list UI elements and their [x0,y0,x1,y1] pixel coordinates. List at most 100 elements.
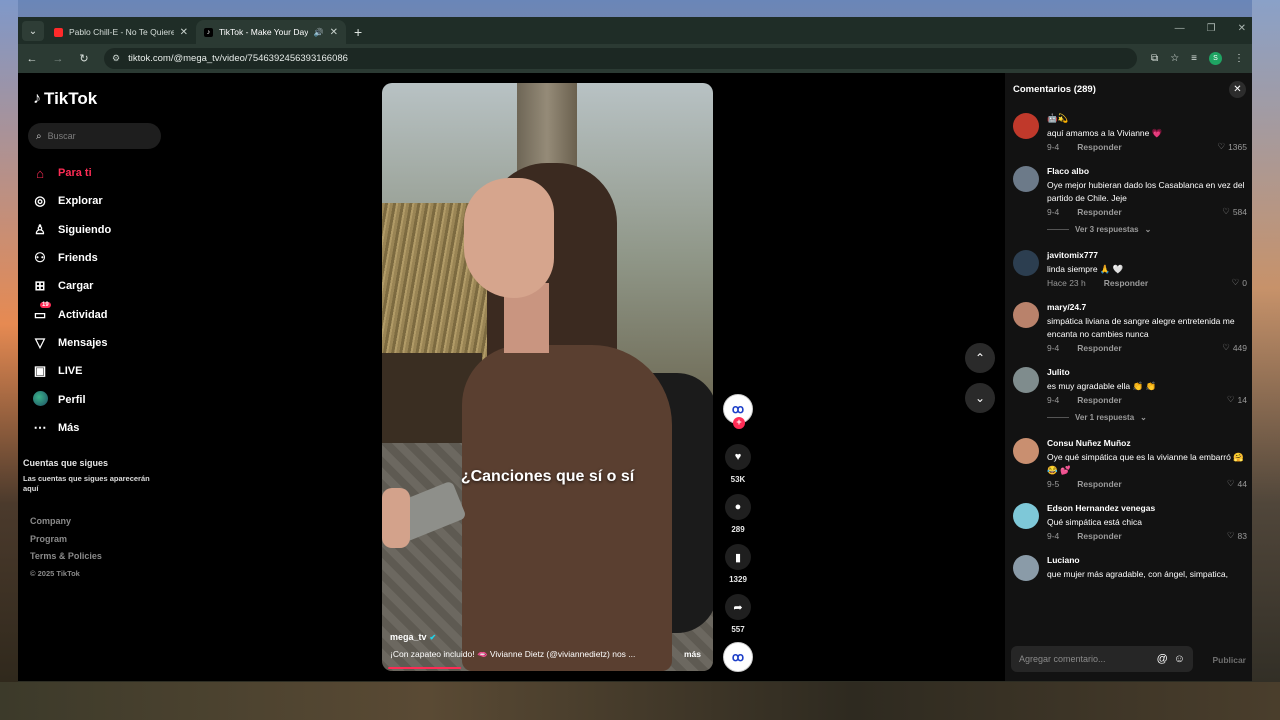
forward-icon[interactable]: → [52,53,64,65]
comment-avatar[interactable] [1013,166,1039,192]
url-input[interactable]: ⚙ tiktok.com/@mega_tv/video/754639245639… [104,48,1138,69]
new-tab-button[interactable]: + [354,24,362,40]
sidebar-item-para-ti[interactable]: ⌂ Para ti [32,159,111,187]
comment-avatar[interactable] [1013,503,1039,529]
reply-button[interactable]: Responder [1077,142,1121,152]
sidebar-item-siguiendo[interactable]: ♙ Siguiendo [32,216,111,244]
comment-input[interactable]: Agregar comentario... @ ☺ [1011,646,1193,672]
tab-search-button[interactable]: ⌄ [22,21,44,41]
bookmark-icon: ▮ [734,551,742,564]
reply-button[interactable]: Responder [1077,395,1121,405]
maximize-icon[interactable]: ❐ [1207,23,1216,34]
mention-icon[interactable]: @ [1157,653,1168,665]
view-replies-button[interactable]: Ver 1 respuesta ⌄ [1047,413,1252,422]
comment-avatar[interactable] [1013,302,1039,328]
creator-avatar[interactable]: ꝏ + [723,394,753,429]
close-tab-icon[interactable]: ✕ [330,27,338,38]
comment-like-button[interactable]: ♡ 449 [1222,342,1247,353]
comment-item: Flaco albo Oye mejor hubieran dado los Ca… [1005,166,1252,217]
reply-button[interactable]: Responder [1077,479,1121,489]
comment-username[interactable]: javitomix777 [1047,250,1246,260]
save-button[interactable]: ▮ [725,544,751,570]
bookmark-star-icon[interactable]: ☆ [1170,53,1179,64]
sidebar-item-friends[interactable]: ⚇ Friends [32,244,111,272]
search-input[interactable]: ⌕ Buscar [28,123,161,149]
comment-avatar[interactable] [1013,438,1039,464]
comment-avatar[interactable] [1013,113,1039,139]
tiktok-logo[interactable]: ♪ TikTok [33,89,97,109]
comment-like-button[interactable]: ♡ 14 [1227,394,1247,405]
comment-avatar[interactable] [1013,555,1039,581]
back-icon[interactable]: ← [26,53,38,65]
reply-button[interactable]: Responder [1077,531,1121,541]
profile-avatar[interactable]: S [1209,52,1222,65]
footer-link-program[interactable]: Program [30,534,102,552]
kebab-menu-icon[interactable]: ⋮ [1234,53,1244,64]
video-player[interactable]: ¿Canciones que sí o sí mega_tv ✔ ¡Con zap… [382,83,713,671]
reload-icon[interactable]: ↻ [78,52,90,65]
speaker-icon[interactable]: 🔊 [314,28,324,37]
comment-item: 🤖💫 aquí amamos a la Vivianne 💗 9-4 Responde… [1005,113,1252,152]
comment-like-button[interactable]: ♡ 83 [1227,530,1247,541]
more-button[interactable]: más [684,649,701,659]
comment-username[interactable]: Consu Nuñez Muñoz [1047,438,1246,448]
sidebar-item-label: LIVE [58,365,83,378]
like-button[interactable]: ♥ [725,444,751,470]
comment-username[interactable]: 🤖💫 [1047,113,1246,124]
close-tab-icon[interactable]: ✕ [180,27,188,38]
comment-like-button[interactable]: ♡ 584 [1222,206,1247,217]
close-comments-button[interactable]: ✕ [1229,81,1246,98]
comment-username[interactable]: Flaco albo [1047,166,1246,176]
previous-video-button[interactable]: ⌃ [965,343,995,373]
friends-icon: ⚇ [34,250,46,266]
sidebar-item-actividad[interactable]: ▭ 19 Actividad [32,300,111,328]
publish-button[interactable]: Publicar [1212,655,1246,665]
comment-button[interactable]: ● [725,494,751,520]
desktop-wallpaper-left [0,0,18,720]
video-username[interactable]: mega_tv ✔ [390,632,436,642]
sidebar-item-mas[interactable]: ⋯ Más [32,414,111,442]
comment-avatar[interactable] [1013,367,1039,393]
emoji-icon[interactable]: ☺ [1174,653,1185,665]
site-info-icon[interactable]: ⚙ [112,53,120,64]
video-progress-bar[interactable] [388,667,461,669]
close-window-icon[interactable]: ✕ [1238,23,1246,34]
logo-text: TikTok [44,89,98,108]
sidebar-item-cargar[interactable]: ⊞ Cargar [32,272,111,300]
comment-like-button[interactable]: ♡ 0 [1232,277,1247,288]
chevron-down-icon: ⌄ [1140,413,1147,422]
comment-username[interactable]: mary/24.7 [1047,302,1246,312]
sidebar-item-live[interactable]: ▣ LIVE [32,357,111,385]
follow-plus-icon[interactable]: + [733,417,745,429]
tab-youtube[interactable]: Pablo Chill-E - No Te Quieren V ✕ [46,20,196,44]
comments-list[interactable]: 🤖💫 aquí amamos a la Vivianne 💗 9-4 Responde… [1005,113,1252,607]
toolbar-right: ⧉ ☆ ≡ S ⋮ [1151,52,1244,65]
media-control-icon[interactable]: ≡ [1191,53,1197,64]
comment-avatar[interactable] [1013,250,1039,276]
share-button[interactable]: ➦ [725,594,751,620]
reply-button[interactable]: Responder [1104,278,1148,288]
footer-link-terms[interactable]: Terms & Policies [30,551,102,569]
chevron-down-icon: ⌄ [1144,225,1152,234]
sidebar-item-mensajes[interactable]: ▽ Mensajes [32,329,111,357]
following-icon: ♙ [34,221,46,237]
comment-username[interactable]: Edson Hernandez venegas [1047,503,1246,513]
activity-badge: 19 [40,302,51,309]
comment-username[interactable]: Luciano [1047,555,1246,565]
sidebar-item-perfil[interactable]: Perfil [32,385,111,413]
sound-avatar[interactable]: ꝏ [723,642,753,672]
reply-button[interactable]: Responder [1077,343,1121,353]
install-app-icon[interactable]: ⧉ [1151,53,1158,64]
comment-username[interactable]: Julito [1047,367,1246,377]
reply-button[interactable]: Responder [1077,207,1121,217]
sidebar-item-explorar[interactable]: ◎ Explorar [32,187,111,215]
comment-item: Consu Nuñez Muñoz Oye qué simpática que e… [1005,438,1252,489]
tab-tiktok[interactable]: ♪ TikTok - Make Your Day 🔊 ✕ [196,20,346,44]
next-video-button[interactable]: ⌄ [965,383,995,413]
minimize-icon[interactable]: — [1175,23,1185,34]
footer-link-company[interactable]: Company [30,516,102,534]
view-replies-button[interactable]: Ver 3 respuestas ⌄ [1047,225,1252,234]
comment-like-button[interactable]: ♡ 1365 [1217,141,1247,152]
comment-like-button[interactable]: ♡ 44 [1227,478,1247,489]
comment-meta: 9-5 Responder [1047,479,1246,489]
